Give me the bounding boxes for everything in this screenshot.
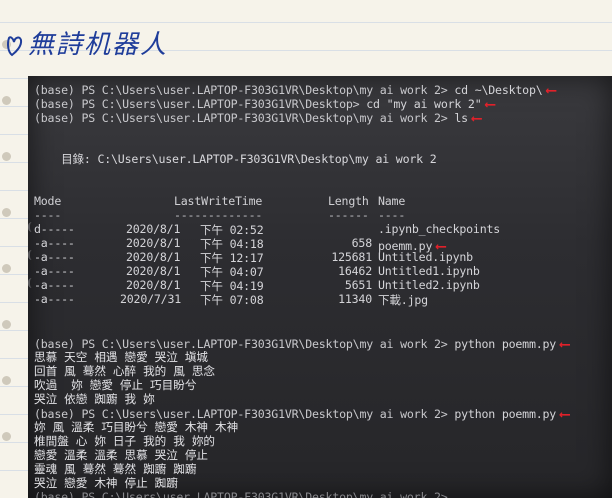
binder-hole bbox=[2, 432, 11, 441]
terminal-command: cd ~\Desktop\ bbox=[454, 83, 543, 97]
terminal-prompt: (base) PS C:\Users\user.LAPTOP-F303G1VR\… bbox=[34, 111, 455, 125]
terminal-command: ls bbox=[454, 111, 468, 125]
header-length: Length bbox=[328, 194, 369, 208]
file-name: 下載.jpg bbox=[378, 293, 428, 307]
file-length: 5651 bbox=[344, 278, 372, 292]
handwritten-heading: 無詩机器人 bbox=[6, 24, 168, 64]
poem-line: 思慕 天空 相遇 戀愛 哭泣 塡城 bbox=[34, 350, 209, 364]
binder-hole bbox=[2, 96, 11, 105]
file-name: Untitled2.ipynb bbox=[378, 278, 480, 292]
terminal-command: cd "my ai work 2" bbox=[366, 97, 482, 111]
file-name: Untitled1.ipynb bbox=[378, 264, 480, 278]
terminal-command: python poemm.py bbox=[454, 407, 557, 421]
left-arrow-icon: ⟵ bbox=[560, 335, 569, 353]
file-time: 下午 07:08 bbox=[200, 293, 264, 307]
terminal-prompt: (base) PS C:\Users\user.LAPTOP-F303G1VR\… bbox=[34, 337, 455, 351]
file-length: 125681 bbox=[331, 250, 372, 264]
file-length: 658 bbox=[351, 236, 373, 250]
pen-mark bbox=[28, 222, 38, 232]
file-length: 11340 bbox=[338, 292, 372, 306]
terminal-prompt: (base) PS C:\Users\user.LAPTOP-F303G1VR\… bbox=[34, 83, 455, 97]
terminal-command-line: (base) PS C:\Users\user.LAPTOP-F303G1VR\… bbox=[34, 335, 569, 353]
file-date: 2020/7/31 bbox=[120, 292, 182, 306]
pen-mark bbox=[28, 250, 38, 260]
pen-mark bbox=[28, 278, 38, 288]
poem-line: 回首 風 蓦然 心醉 我的 風 思念 bbox=[34, 364, 216, 378]
heading-text: 無詩机器人 bbox=[28, 30, 169, 60]
file-length: 16462 bbox=[338, 264, 372, 278]
header-length-dashes: ------ bbox=[328, 208, 369, 222]
file-mode: -a---- bbox=[34, 250, 75, 264]
terminal-command-line: (base) PS C:\Users\user.LAPTOP-F303G1VR\… bbox=[34, 109, 481, 127]
binder-hole bbox=[2, 320, 11, 329]
terminal-command: python poemm.py bbox=[454, 337, 557, 351]
terminal-command-line: (base) PS C:\Users\user.LAPTOP-F303G1VR\… bbox=[34, 95, 495, 113]
file-name: Untitled.ipynb bbox=[378, 250, 473, 264]
file-date: 2020/8/1 bbox=[126, 264, 181, 278]
left-arrow-icon: ⟵ bbox=[560, 405, 569, 423]
file-date: 2020/8/1 bbox=[126, 278, 181, 292]
terminal-prompt: (base) PS C:\Users\user.LAPTOP-F303G1VR\… bbox=[34, 407, 455, 421]
left-arrow-icon: ⟵ bbox=[471, 109, 481, 127]
file-mode: d----- bbox=[34, 222, 75, 236]
poem-line: 哭泣 戀愛 木神 停止 踟躕 bbox=[34, 476, 178, 490]
terminal-cut-line: (base) PS C:\Users\user.LAPTOP-F303G1VR\… bbox=[34, 490, 448, 498]
left-arrow-icon: ⟵ bbox=[546, 81, 556, 99]
terminal-prompt: (base) PS C:\Users\user.LAPTOP-F303G1VR\… bbox=[34, 97, 367, 111]
file-mode: -a---- bbox=[34, 292, 75, 306]
file-date: 2020/8/1 bbox=[126, 250, 181, 264]
binder-hole bbox=[2, 152, 11, 161]
terminal-command-line: (base) PS C:\Users\user.LAPTOP-F303G1VR\… bbox=[34, 405, 569, 423]
file-mode: -a---- bbox=[34, 264, 75, 278]
binder-holes bbox=[0, 0, 14, 498]
header-mode: Mode bbox=[34, 194, 62, 208]
poem-line: 靈魂 風 蓦然 蓦然 踟躕 踟躕 bbox=[34, 462, 197, 476]
header-name-dashes: ---- bbox=[378, 208, 406, 222]
binder-hole bbox=[2, 208, 11, 217]
binder-hole bbox=[2, 376, 11, 385]
left-arrow-icon: ⟵ bbox=[485, 95, 495, 113]
file-name: .ipynb_checkpoints bbox=[378, 222, 501, 236]
poem-line: 吹過 妳 戀愛 停止 巧目盼兮 bbox=[34, 378, 197, 392]
file-date: 2020/8/1 bbox=[126, 222, 181, 236]
header-mode-dashes: ---- bbox=[34, 208, 62, 222]
directory-label: 目錄: C:\Users\user.LAPTOP-F303G1VR\Deskto… bbox=[34, 152, 437, 166]
file-mode: -a---- bbox=[34, 236, 75, 250]
poem-line: 戀愛 溫柔 溫柔 思慕 哭泣 停止 bbox=[34, 448, 209, 462]
poem-line: 哭泣 依戀 踟躕 我 妳 bbox=[34, 392, 155, 406]
binder-hole bbox=[2, 264, 11, 273]
terminal-command-line: (base) PS C:\Users\user.LAPTOP-F303G1VR\… bbox=[34, 81, 556, 99]
poem-line: 妳 風 溫柔 巧目盼兮 戀愛 木神 木神 bbox=[34, 420, 239, 434]
file-mode: -a---- bbox=[34, 278, 75, 292]
header-name: Name bbox=[378, 194, 406, 208]
heart-mark-icon bbox=[6, 34, 24, 58]
file-date: 2020/8/1 bbox=[126, 236, 181, 250]
poem-line: 椎間盤 心 妳 日子 我的 我 妳的 bbox=[34, 434, 216, 448]
header-lastwritetime-dashes: ------------- bbox=[174, 208, 263, 222]
header-lastwritetime: LastWriteTime bbox=[174, 194, 263, 208]
terminal-window: (base) PS C:\Users\user.LAPTOP-F303G1VR\… bbox=[28, 76, 612, 498]
